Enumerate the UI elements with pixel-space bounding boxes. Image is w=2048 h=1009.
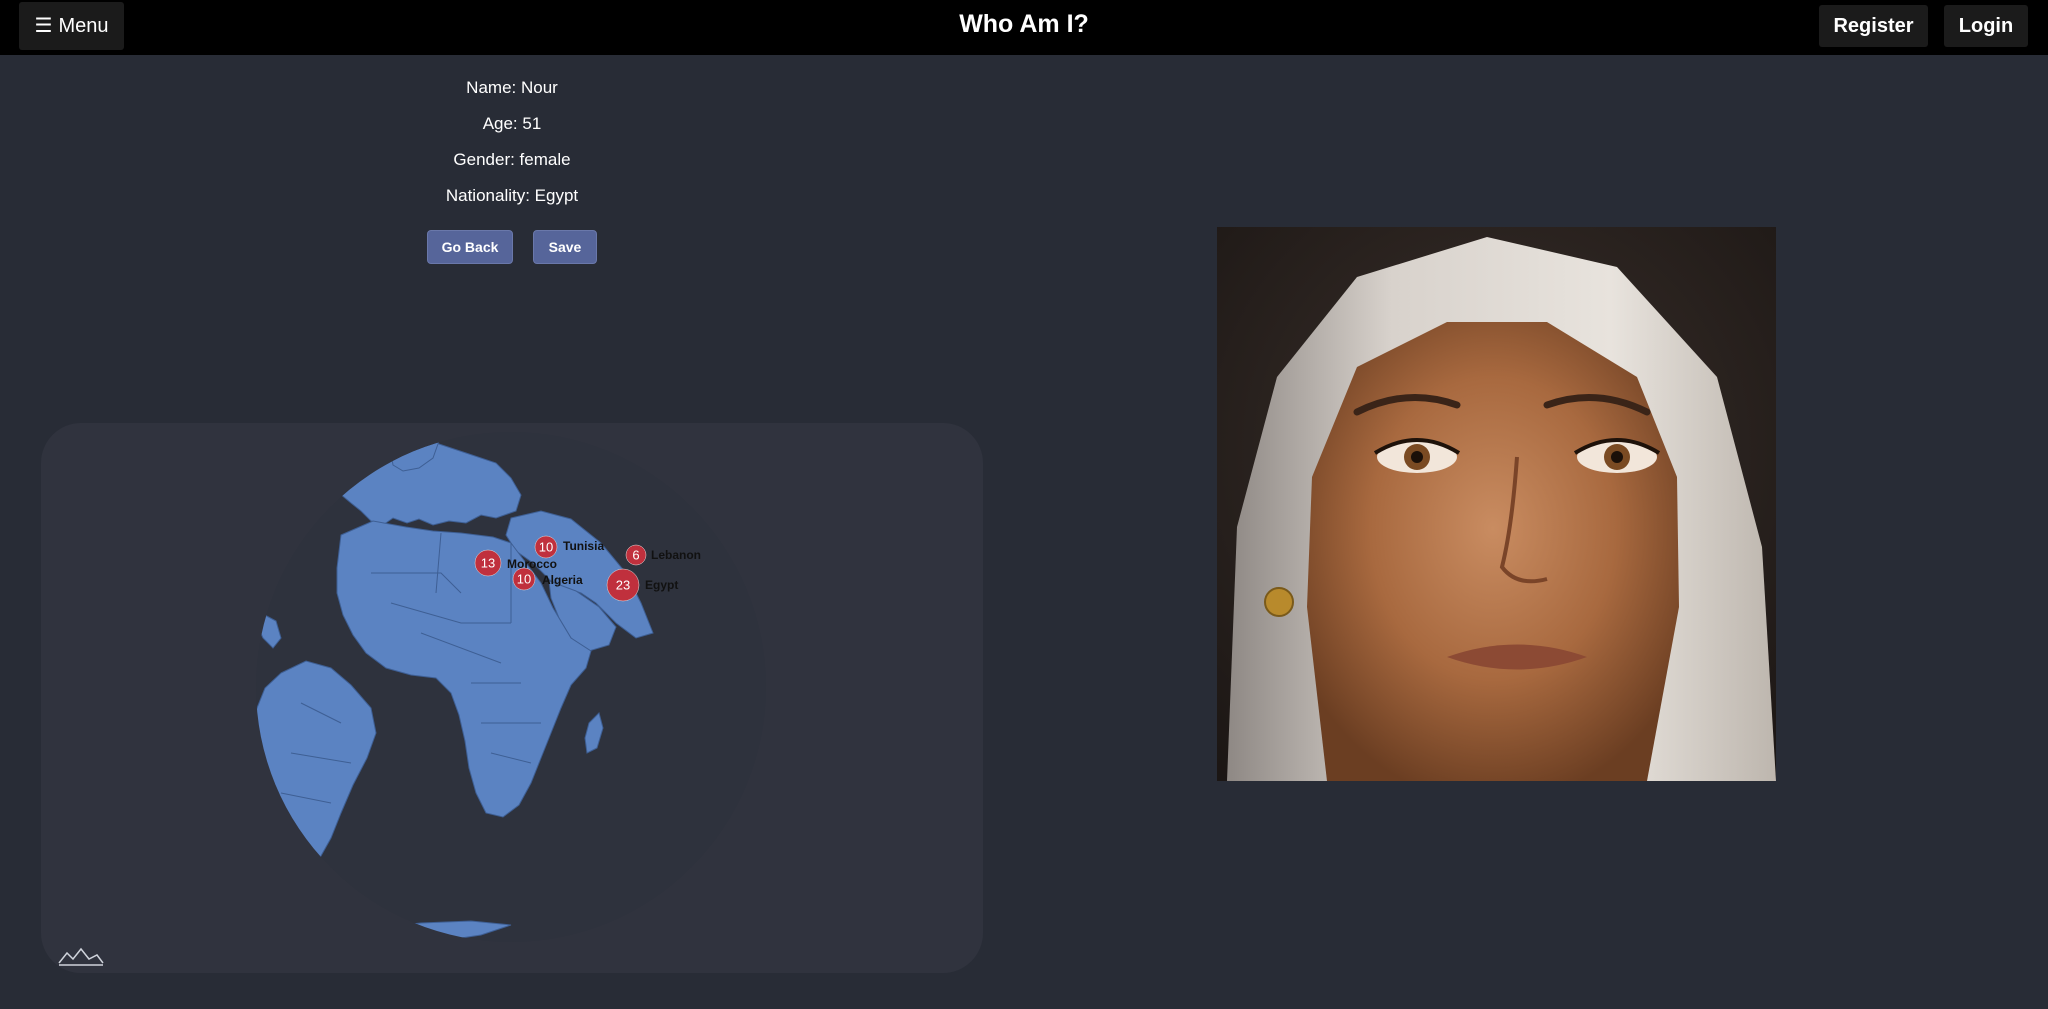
- portrait-illustration: [1217, 227, 1776, 781]
- british-isles-landmass: [340, 458, 358, 484]
- marker-egypt-count: 23: [616, 578, 630, 593]
- login-button[interactable]: Login: [1944, 5, 2028, 47]
- profile-name: Name: Nour: [466, 78, 558, 97]
- register-button[interactable]: Register: [1819, 5, 1928, 47]
- marker-morocco-label: Morocco: [507, 557, 557, 571]
- marker-egypt-label: Egypt: [645, 578, 678, 592]
- marker-tunisia-count: 10: [539, 540, 553, 555]
- portrait-photo: [1217, 227, 1776, 781]
- go-back-button[interactable]: Go Back: [427, 230, 513, 264]
- marker-morocco-count: 13: [481, 556, 495, 571]
- profile-gender: Gender: female: [453, 150, 571, 169]
- hamburger-icon: ☰: [34, 15, 53, 37]
- globe-map-card[interactable]: 13 Morocco 10 Tunisia 10 Algeria 6 Leban…: [41, 423, 983, 973]
- marker-lebanon-count: 6: [632, 548, 639, 563]
- marker-algeria-count: 10: [517, 572, 531, 587]
- mountain-logo-icon: [58, 947, 104, 966]
- profile-age: Age: 51: [482, 114, 542, 133]
- marker-tunisia-label: Tunisia: [563, 539, 604, 553]
- profile-nationality: Nationality: Egypt: [445, 186, 579, 205]
- app-title: Who Am I?: [959, 10, 1089, 38]
- profile-actions: Go Back Save: [427, 230, 597, 264]
- earring: [1264, 587, 1294, 617]
- profile-info: Name: Nour Age: 51 Gender: female Nation…: [312, 76, 712, 220]
- top-navigation-bar: ☰ Menu Who Am I? Register Login: [0, 0, 2048, 55]
- menu-button-label: Menu: [58, 14, 109, 37]
- marker-lebanon-label: Lebanon: [651, 548, 701, 562]
- greenland-landmass: [265, 442, 337, 492]
- marker-algeria-label: Algeria: [542, 573, 583, 587]
- globe-map[interactable]: 13 Morocco 10 Tunisia 10 Algeria 6 Leban…: [41, 423, 983, 973]
- save-button[interactable]: Save: [533, 230, 597, 264]
- face: [1307, 322, 1679, 781]
- menu-button[interactable]: ☰ Menu: [19, 2, 124, 50]
